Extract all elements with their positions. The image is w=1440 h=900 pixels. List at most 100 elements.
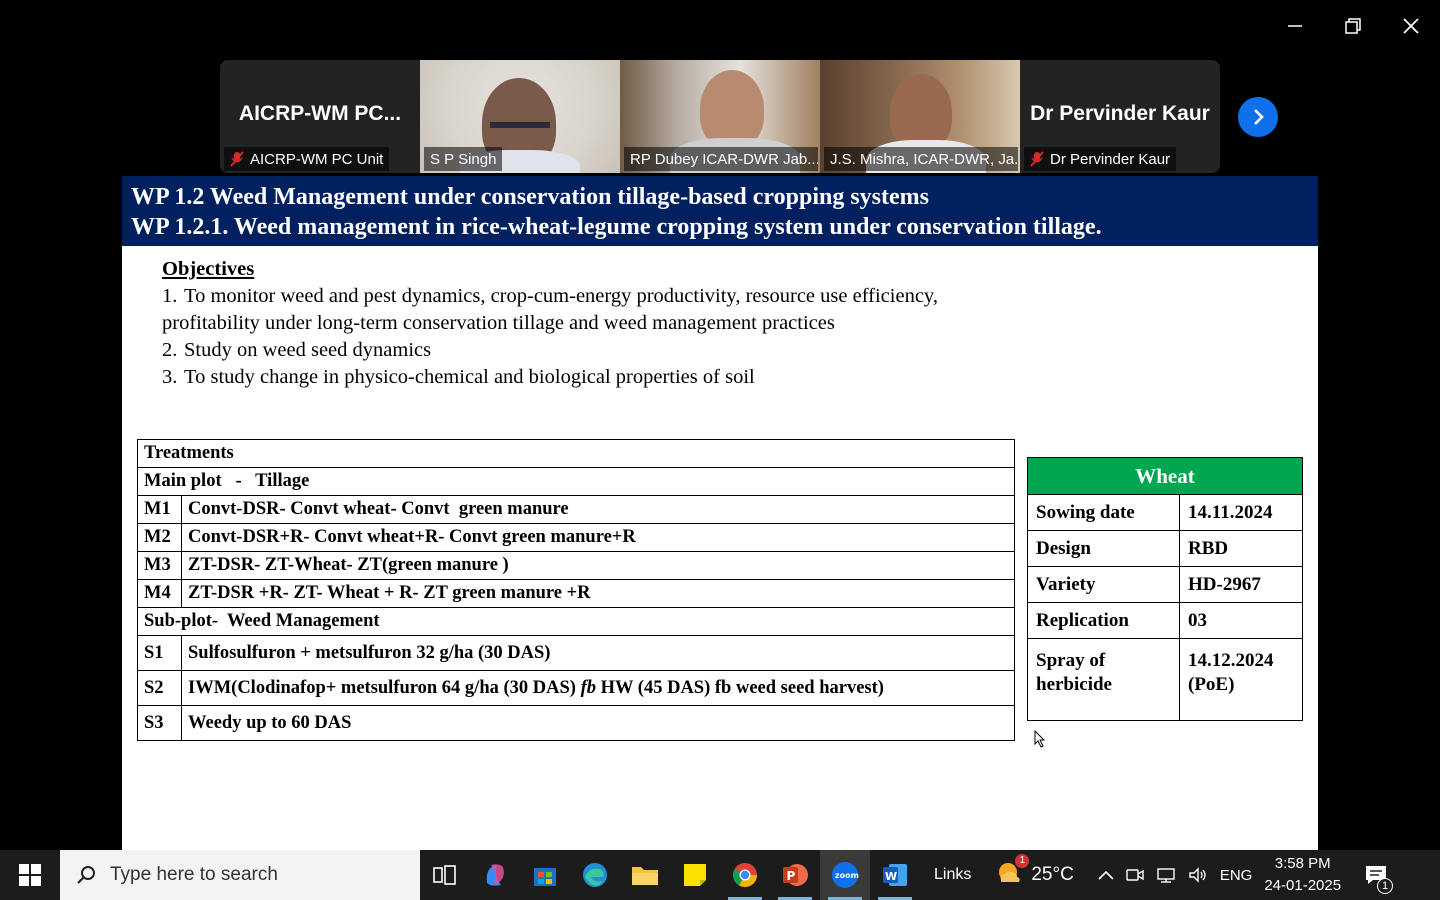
participant-display-name: AICRP-WM PC... xyxy=(238,102,402,125)
copilot-icon xyxy=(486,864,504,886)
mic-muted-icon xyxy=(230,151,244,167)
shared-slide: WP 1.2 Weed Management under conservatio… xyxy=(122,176,1318,850)
restore-icon xyxy=(1345,18,1361,34)
table-row: Replication 03 xyxy=(1027,602,1303,639)
participant-label: Dr Pervinder Kaur xyxy=(1024,147,1177,171)
edge-browser-icon xyxy=(583,863,607,887)
participant-name: RP Dubey ICAR-DWR Jab... xyxy=(630,150,818,168)
wheat-details-table: Wheat Sowing date 14.11.2024 Design RBD Va… xyxy=(1027,457,1303,721)
gallery-next-button[interactable] xyxy=(1238,97,1278,137)
taskbar-edge[interactable] xyxy=(570,850,620,900)
close-icon xyxy=(1403,18,1419,34)
taskbar-search-box[interactable]: Type here to search xyxy=(60,850,420,900)
table-row: Sub-plot- Weed Management xyxy=(137,607,1015,636)
task-view-icon xyxy=(433,865,456,885)
input-language[interactable]: ENG xyxy=(1220,867,1253,884)
slide-title: WP 1.2 Weed Management under conservatio… xyxy=(131,184,929,210)
table-section: Sub-plot- Weed Management xyxy=(137,607,1015,636)
close-button[interactable] xyxy=(1382,0,1440,52)
participant-name: AICRP-WM PC Unit xyxy=(250,150,384,168)
participant-label: J.S. Mishra, ICAR-DWR, Ja... xyxy=(824,147,1018,171)
zoom-icon: zoom xyxy=(832,862,859,888)
restore-button[interactable] xyxy=(1324,0,1382,52)
table-section: Main plot - Tillage xyxy=(137,467,1015,496)
taskbar-chrome[interactable] xyxy=(720,850,770,900)
table-row: M2 Convt-DSR+R- Convt wheat+R- Convt gree… xyxy=(137,523,1015,552)
table-row: Main plot - Tillage xyxy=(137,467,1015,496)
clock-date: 24-01-2025 xyxy=(1264,877,1342,894)
participant-name: Dr Pervinder Kaur xyxy=(1050,150,1171,168)
start-button[interactable] xyxy=(0,850,60,900)
window-controls xyxy=(1266,0,1440,52)
taskbar-clock[interactable]: 3:58 PM 24-01-2025 xyxy=(1252,853,1353,897)
taskbar-copilot[interactable] xyxy=(470,850,520,900)
participant-label: S P Singh xyxy=(424,147,503,171)
sticky-notes-icon xyxy=(684,864,706,886)
minimize-button[interactable] xyxy=(1266,0,1324,52)
taskbar-store[interactable] xyxy=(520,850,570,900)
slide-subtitle: WP 1.2.1. Weed management in rice-wheat-… xyxy=(131,214,1102,240)
participant-label: RP Dubey ICAR-DWR Jab... xyxy=(624,147,818,171)
chevron-right-icon xyxy=(1254,109,1264,125)
participant-tile-active-speaker[interactable]: S P Singh xyxy=(420,60,620,173)
treatments-table: Treatments Main plot - Tillage M1 Convt-D… xyxy=(137,439,1015,741)
word-icon: W xyxy=(883,864,907,886)
volume-icon[interactable] xyxy=(1188,867,1208,883)
table-row: S1 Sulfosulfuron + metsulfuron 32 g/ha (3… xyxy=(137,635,1015,671)
participant-tile[interactable]: Dr Pervinder Kaur Dr Pervinder Kaur xyxy=(1020,60,1220,173)
mic-muted-icon xyxy=(1030,151,1044,167)
taskbar-powerpoint[interactable]: P xyxy=(770,850,820,900)
weather-temperature: 25°C xyxy=(1031,864,1074,885)
table-row: M4 ZT-DSR +R- ZT- Wheat + R- ZT green man… xyxy=(137,579,1015,608)
objectives-heading: Objectives xyxy=(162,258,255,280)
participant-name: J.S. Mishra, ICAR-DWR, Ja... xyxy=(830,150,1018,168)
table-row: M3 ZT-DSR- ZT-Wheat- ZT(green manure ) xyxy=(137,551,1015,580)
table-row: Design RBD xyxy=(1027,530,1303,567)
table-row: Spray of herbicide 14.12.2024 (PoE) xyxy=(1027,638,1303,721)
taskbar-zoom[interactable]: zoom xyxy=(820,850,870,900)
taskbar-sticky-notes[interactable] xyxy=(670,850,720,900)
svg-text:P: P xyxy=(787,869,796,883)
powerpoint-icon: P xyxy=(783,864,808,886)
participant-tile[interactable]: J.S. Mishra, ICAR-DWR, Ja... xyxy=(820,60,1020,173)
chrome-browser-icon xyxy=(732,863,757,888)
list-item-continuation: profitability under long-term conservati… xyxy=(162,312,835,334)
folder-icon xyxy=(632,867,658,885)
slide-header: WP 1.2 Weed Management under conservatio… xyxy=(122,176,1318,246)
search-icon xyxy=(77,866,95,884)
table-row: Treatments xyxy=(137,439,1015,468)
links-toolbar[interactable]: Links xyxy=(920,866,985,884)
table-row: Sowing date 14.11.2024 xyxy=(1027,494,1303,531)
table-heading: Wheat xyxy=(1027,457,1303,495)
task-view-button[interactable] xyxy=(420,850,470,900)
list-item: 2. Study on weed seed dynamics xyxy=(162,339,432,361)
table-row: Variety HD-2967 xyxy=(1027,566,1303,603)
participant-name: S P Singh xyxy=(430,150,497,168)
minimize-icon xyxy=(1288,25,1302,27)
participant-gallery: AICRP-WM PC... AICRP-WM PC Unit S P Sing… xyxy=(220,60,1220,173)
search-placeholder: Type here to search xyxy=(110,864,278,885)
store-icon xyxy=(534,868,556,886)
list-item: 3. To study change in physico-chemical a… xyxy=(162,366,755,388)
participant-tile[interactable]: RP Dubey ICAR-DWR Jab... xyxy=(620,60,820,173)
taskbar-word[interactable]: W xyxy=(870,850,920,900)
table-row: S3 Weedy up to 60 DAS xyxy=(137,705,1015,741)
taskbar-file-explorer[interactable] xyxy=(620,850,670,900)
clock-time: 3:58 PM xyxy=(1274,855,1331,872)
participant-tile[interactable]: AICRP-WM PC... AICRP-WM PC Unit xyxy=(220,60,420,173)
chevron-up-icon[interactable] xyxy=(1098,869,1114,881)
windows-logo-icon xyxy=(19,864,41,886)
weather-widget[interactable]: 1 25°C xyxy=(985,854,1083,890)
meet-now-icon[interactable] xyxy=(1126,867,1144,883)
table-row: S2 IWM(Clodinafop+ metsulfuron 64 g/ha (3… xyxy=(137,670,1015,706)
svg-text:W: W xyxy=(885,870,897,883)
taskbar: Type here to search P zoom W Links 1 25°… xyxy=(0,850,1440,900)
system-tray: ENG xyxy=(1098,867,1253,884)
notification-center-button[interactable]: 1 xyxy=(1353,850,1399,900)
mouse-cursor-icon xyxy=(1034,730,1046,748)
list-item: 1. To monitor weed and pest dynamics, cr… xyxy=(162,285,938,307)
network-icon[interactable] xyxy=(1156,867,1176,883)
svg-text:zoom: zoom xyxy=(835,871,859,880)
table-row: M1 Convt-DSR- Convt wheat- Convt green ma… xyxy=(137,495,1015,524)
table-heading: Treatments xyxy=(137,439,1015,468)
